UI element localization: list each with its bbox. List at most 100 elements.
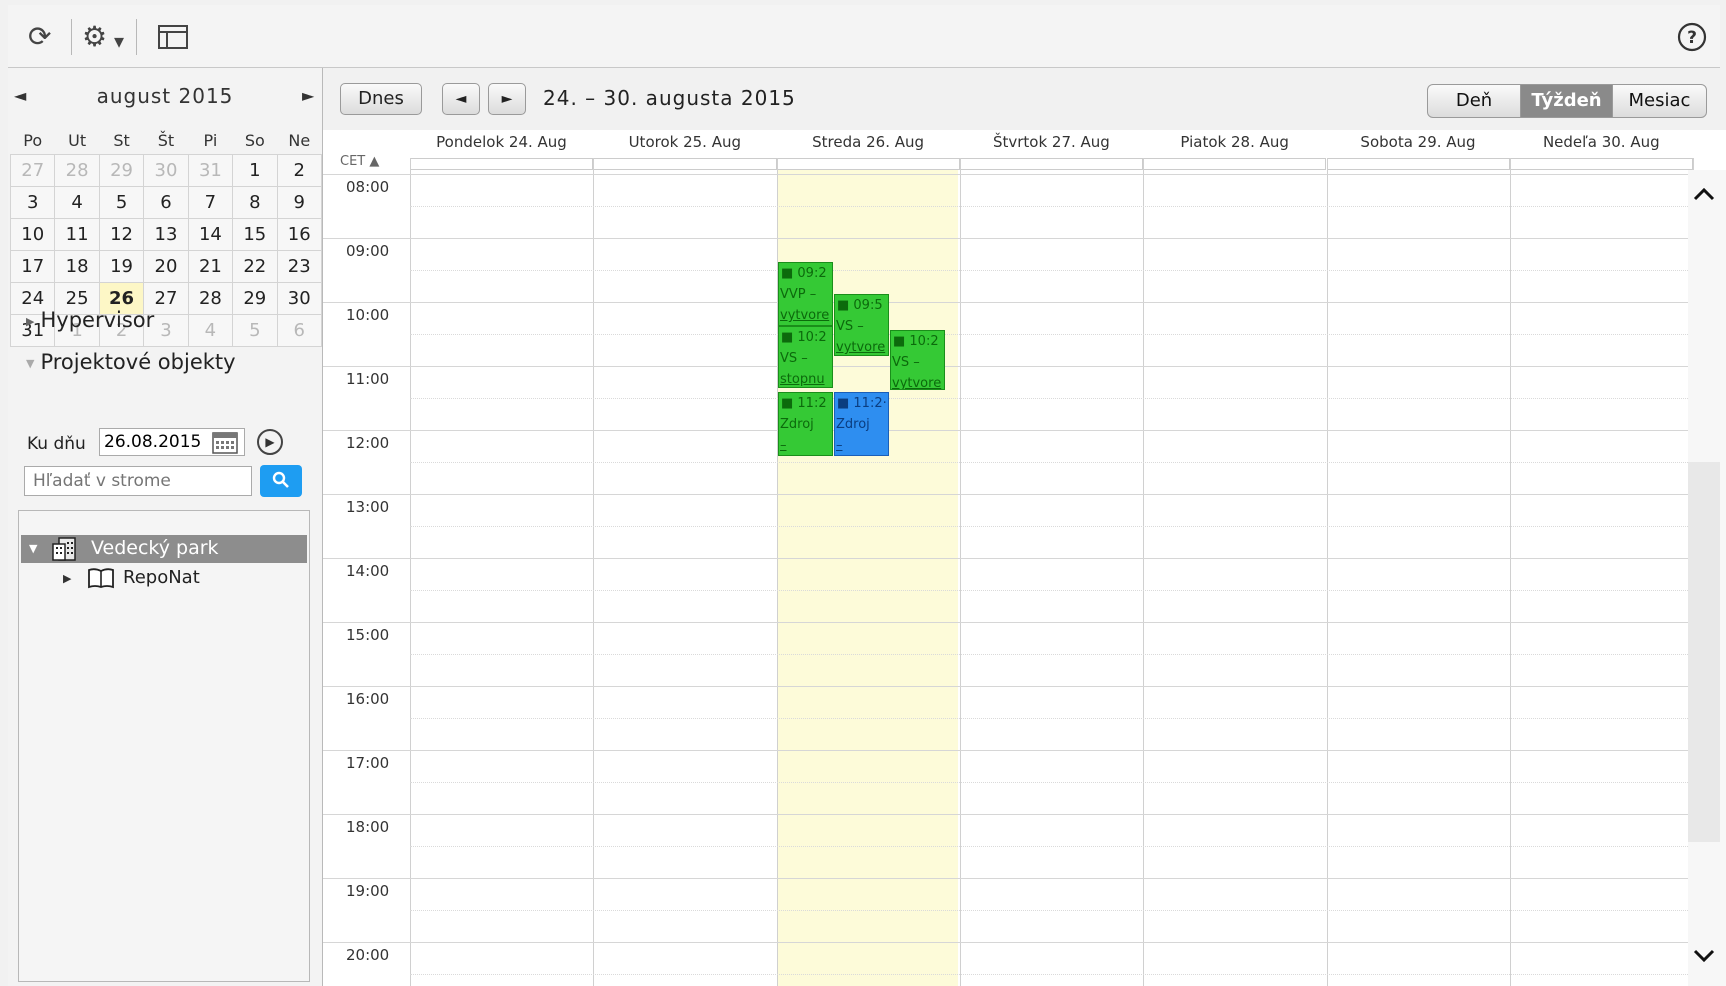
event-title: VVP –	[780, 287, 817, 302]
prev-week-button[interactable]: ◄	[442, 83, 480, 115]
hypervisor-section[interactable]: ▶ Hypervisor	[26, 308, 154, 332]
mini-calendar-day[interactable]: 5	[98, 186, 145, 219]
mini-calendar-day[interactable]: 18	[54, 250, 100, 283]
day-column-header[interactable]: Pondelok 24. Aug	[410, 133, 593, 151]
mini-calendar-day[interactable]: 8	[232, 186, 278, 219]
tree-search-input[interactable]	[24, 466, 252, 496]
mini-calendar-day[interactable]: 27	[9, 154, 56, 187]
mini-calendar-day[interactable]: 19	[98, 250, 145, 283]
day-column-header[interactable]: Sobota 29. Aug	[1327, 133, 1510, 151]
tree-node-selected[interactable]: ▼ Vedecký park	[21, 535, 307, 563]
search-button[interactable]	[260, 465, 302, 497]
hour-gridline	[323, 302, 1688, 303]
event-title: VS –	[780, 351, 808, 366]
day-column-header[interactable]: Utorok 25. Aug	[593, 133, 776, 151]
day-column-header[interactable]: Štvrtok 27. Aug	[960, 133, 1143, 151]
date-label: Ku dňu	[27, 434, 86, 454]
mini-calendar-day[interactable]: 16	[276, 218, 322, 251]
mini-calendar-day[interactable]: 4	[54, 186, 100, 219]
mini-calendar-day[interactable]: 5	[232, 314, 278, 347]
view-month-button[interactable]: Mesiac	[1612, 84, 1707, 118]
mini-calendar-day[interactable]: 2	[276, 154, 322, 187]
gear-icon[interactable]: ⚙	[82, 23, 107, 51]
play-icon[interactable]: ▶	[257, 429, 283, 455]
projects-section[interactable]: ▼ Projektové objekty	[26, 350, 236, 374]
calendar-event[interactable]: ■ 09:2 VVP – vytvore	[778, 262, 833, 326]
column-divider	[1143, 158, 1145, 986]
calendar-event[interactable]: ■ 10:2 VS – stopnu	[778, 326, 833, 388]
mini-calendar-day[interactable]: 28	[54, 154, 100, 187]
hour-label: 12:00	[346, 434, 390, 452]
tree-node[interactable]: ▶ RepoNat	[19, 565, 305, 593]
vertical-scrollbar[interactable]	[1688, 170, 1726, 986]
mini-calendar-day[interactable]: 3	[9, 186, 56, 219]
column-divider	[410, 158, 411, 986]
mini-calendar-day[interactable]: 14	[187, 218, 234, 251]
mini-calendar-day[interactable]: 30	[143, 154, 189, 187]
mini-calendar-day[interactable]: 6	[143, 186, 189, 219]
mini-calendar-day[interactable]: 9	[276, 186, 322, 219]
projects-label: Projektové objekty	[40, 350, 236, 374]
hour-gridline	[323, 942, 1688, 943]
mini-calendar-day[interactable]: 29	[232, 282, 278, 315]
mini-calendar-day[interactable]: 7	[187, 186, 234, 219]
mini-calendar-day[interactable]: 30	[276, 282, 322, 315]
day-column-header[interactable]: Piatok 28. Aug	[1143, 133, 1326, 151]
mini-calendar-day[interactable]: 21	[187, 250, 234, 283]
mini-calendar-day[interactable]: 4	[187, 314, 234, 347]
mini-calendar-day[interactable]: 12	[98, 218, 145, 251]
scroll-up-icon[interactable]	[1692, 186, 1716, 206]
help-icon[interactable]: ?	[1677, 22, 1707, 57]
mini-calendar-day[interactable]: 11	[54, 218, 100, 251]
mini-calendar-day[interactable]: 10	[9, 218, 56, 251]
layout-icon[interactable]	[158, 25, 188, 54]
chevron-down-icon[interactable]: ▾	[114, 27, 124, 55]
mini-calendar-day[interactable]: 28	[187, 282, 234, 315]
mini-calendar-day[interactable]: 17	[9, 250, 56, 283]
calendar-event[interactable]: ■ 09:5 VS – vytvore	[834, 294, 889, 356]
day-column-header[interactable]: Streda 26. Aug	[777, 133, 960, 151]
event-title: Zdroj	[836, 417, 870, 432]
all-day-cell[interactable]	[959, 158, 1144, 170]
scroll-down-icon[interactable]	[1692, 948, 1716, 968]
half-hour-gridline	[410, 462, 1688, 463]
all-day-cell[interactable]	[1326, 158, 1510, 170]
day-column-header[interactable]: Nedeľa 30. Aug	[1510, 133, 1693, 151]
expand-icon[interactable]: ▶	[63, 572, 71, 585]
object-tree: ▼ Vedecký park ▶ RepoNat	[18, 510, 310, 982]
scrollbar-thumb[interactable]	[1688, 462, 1720, 842]
all-day-cell[interactable]	[776, 158, 960, 170]
calendar-event[interactable]: ■ 10:2 VS – vytvore	[890, 330, 945, 390]
calendar-event[interactable]: ■ 11:2 Zdroj –	[778, 392, 833, 456]
refresh-icon[interactable]: ⟳	[28, 23, 51, 51]
next-week-button[interactable]: ►	[488, 83, 526, 115]
calendar-picker-icon[interactable]	[212, 430, 238, 454]
view-day-button[interactable]: Deň	[1427, 84, 1521, 118]
view-week-button[interactable]: Týždeň	[1520, 84, 1613, 118]
half-hour-gridline	[410, 782, 1688, 783]
mini-calendar-day[interactable]: 1	[232, 154, 278, 187]
mini-calendar-day[interactable]: 29	[98, 154, 145, 187]
mini-calendar-day[interactable]: 13	[143, 218, 189, 251]
all-day-cell[interactable]	[1143, 158, 1327, 170]
hour-gridline	[323, 686, 1688, 687]
today-button[interactable]: Dnes	[340, 83, 422, 115]
calendar-event[interactable]: ■ 11:2· Zdroj –	[834, 392, 889, 456]
mini-calendar-day[interactable]: 6	[276, 314, 322, 347]
hour-label: 09:00	[346, 242, 390, 260]
timezone-label[interactable]: CET ▲	[340, 154, 379, 169]
hour-label: 18:00	[346, 818, 390, 836]
mini-calendar-day[interactable]: 23	[276, 250, 322, 283]
hour-gridline	[323, 558, 1688, 559]
mini-calendar-day[interactable]: 31	[187, 154, 234, 187]
event-extra: stopnu	[780, 372, 825, 387]
collapse-icon[interactable]: ▼	[29, 542, 37, 555]
mini-calendar-next-button[interactable]: ►	[302, 86, 314, 105]
mini-calendar-day[interactable]: 20	[143, 250, 189, 283]
mini-calendar-day[interactable]: 15	[232, 218, 278, 251]
hour-gridline	[323, 814, 1688, 815]
all-day-cell[interactable]	[593, 158, 777, 170]
all-day-cell[interactable]	[410, 158, 594, 170]
all-day-cell[interactable]	[1509, 158, 1694, 170]
mini-calendar-day[interactable]: 22	[232, 250, 278, 283]
